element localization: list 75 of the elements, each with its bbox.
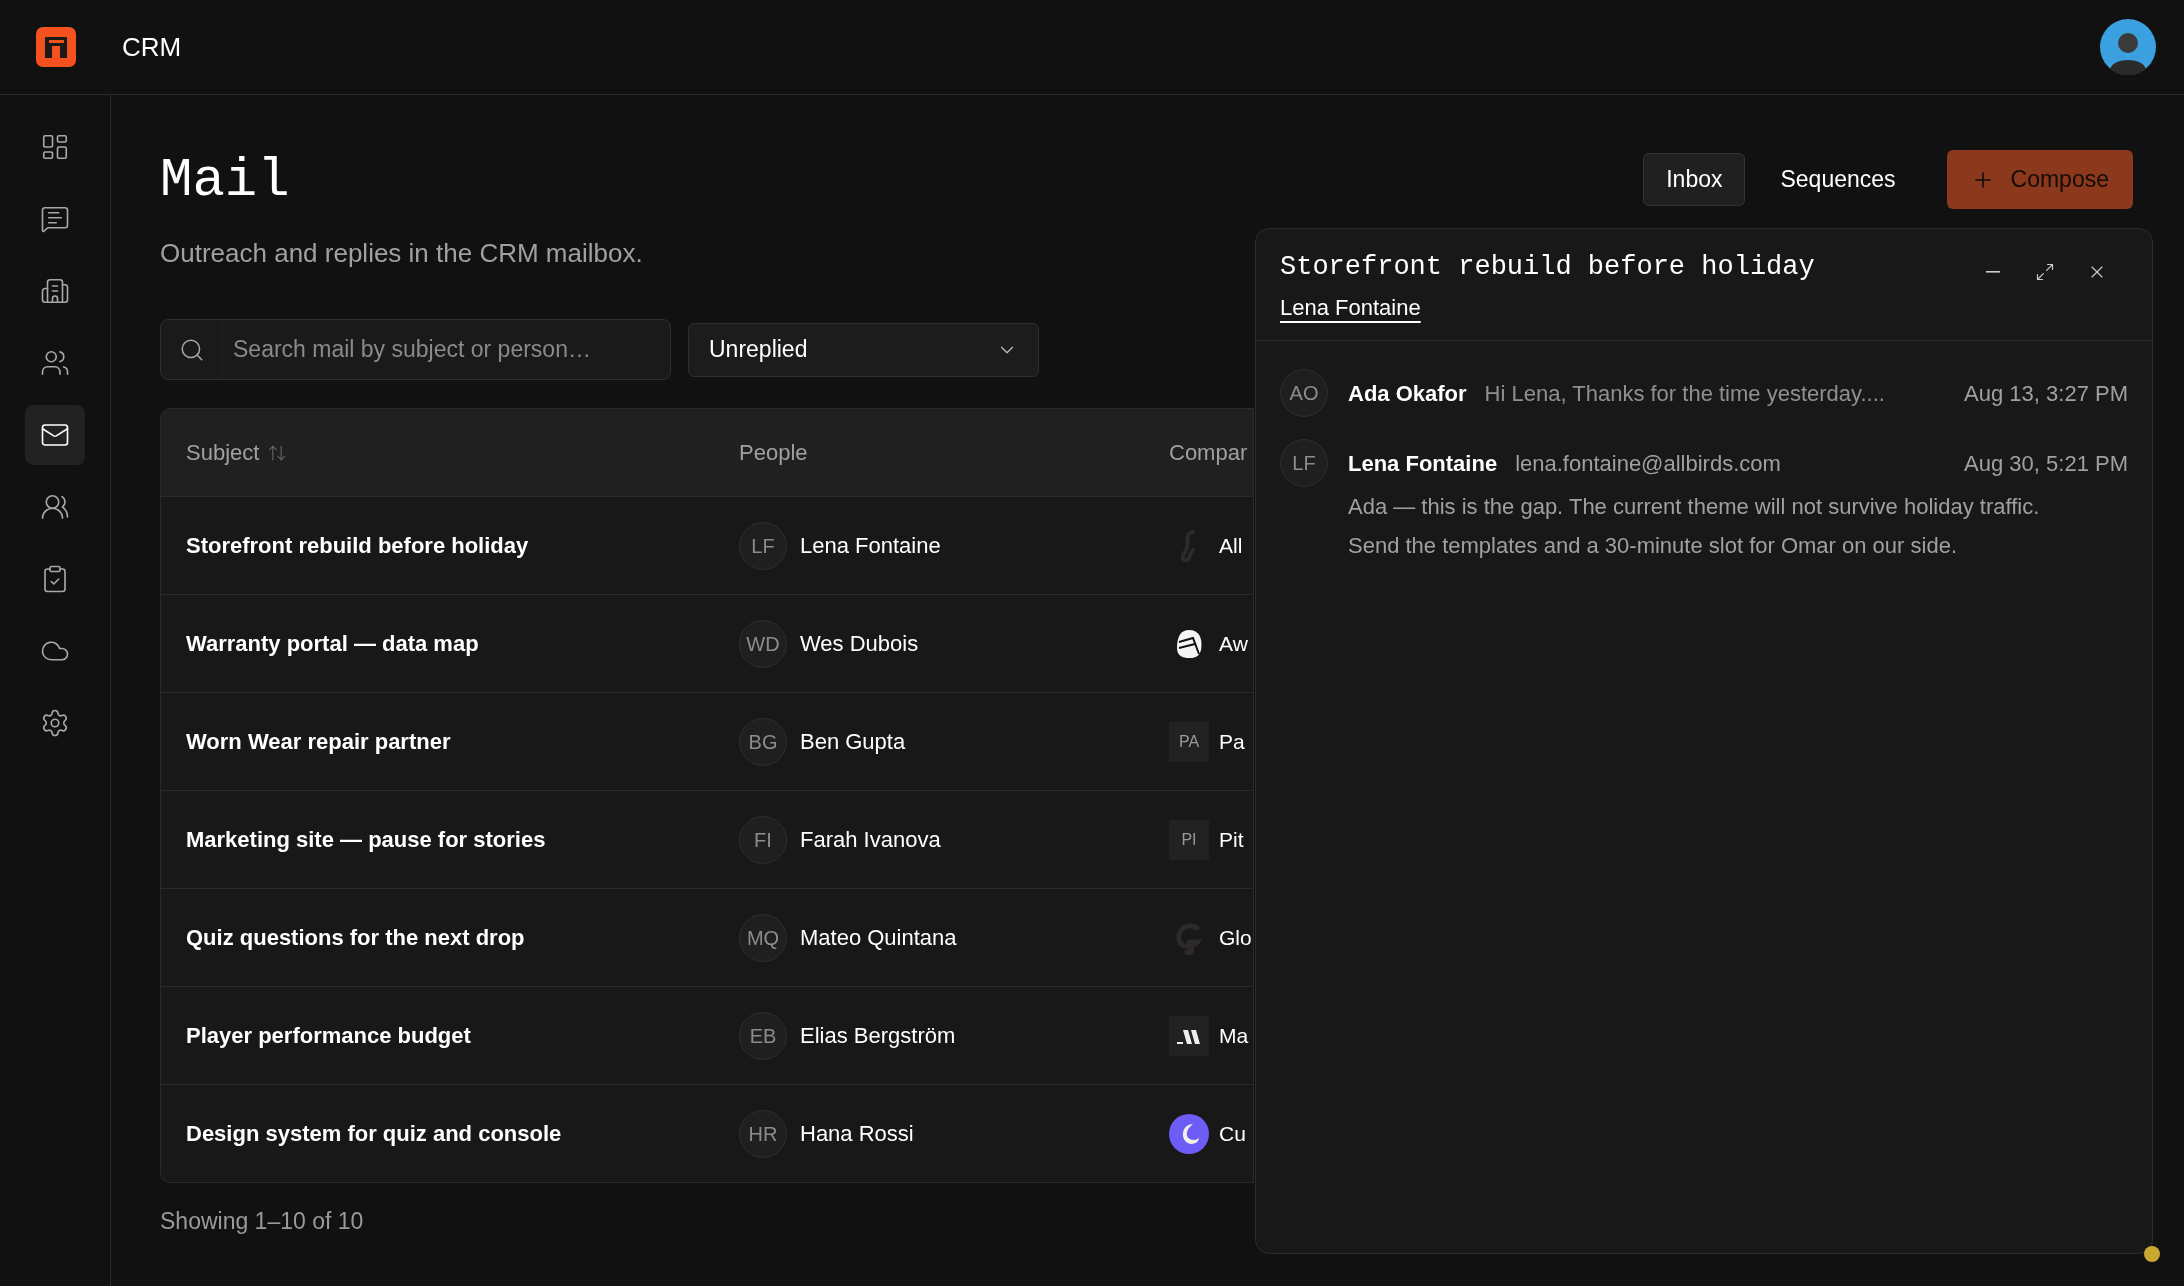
company-initials: PI bbox=[1169, 819, 1209, 860]
person-name: Mateo Quintana bbox=[800, 924, 957, 952]
company-initials: PA bbox=[1169, 721, 1209, 762]
company-name: Pit bbox=[1219, 826, 1244, 853]
company-name: Cu bbox=[1219, 1120, 1246, 1147]
subject-cell-text: Storefront rebuild before holiday bbox=[185, 532, 530, 560]
person-avatar: EB bbox=[739, 1011, 787, 1060]
app-logo[interactable] bbox=[36, 27, 76, 67]
tab[interactable]: Sequences bbox=[1757, 153, 1919, 206]
person-avatar: MQ bbox=[739, 913, 787, 962]
table-row[interactable]: Storefront rebuild before holiday LF Lena Fontaine All bbox=[161, 496, 1253, 594]
message-date: Aug 13, 3:27 PM bbox=[1964, 379, 2128, 408]
person-avatar: HR bbox=[739, 1109, 787, 1158]
pagination-summary: Showing 1–10 of 10 bbox=[160, 1207, 365, 1235]
table-row[interactable]: Worn Wear repair partner BG Ben Gupta PA Pa bbox=[161, 692, 1253, 790]
sender-name: Ada Okafor bbox=[1348, 379, 1467, 408]
person-avatar: LF bbox=[739, 521, 787, 570]
user-avatar[interactable] bbox=[2100, 19, 2156, 75]
company-logo bbox=[1169, 1015, 1209, 1056]
message-preview: Hi Lena, Thanks for the time yesterday.... bbox=[1484, 379, 1885, 408]
dashboard-icon bbox=[40, 132, 70, 162]
table-row[interactable]: Design system for quiz and console HR Hana Rossi Cu bbox=[161, 1084, 1253, 1182]
message-icon bbox=[40, 204, 70, 234]
users-icon bbox=[40, 348, 70, 378]
subject-cell-text: Warranty portal — data map bbox=[185, 630, 480, 658]
expand-icon bbox=[2035, 262, 2055, 282]
thread-title: Storefront rebuild before holiday bbox=[1280, 251, 1815, 284]
page-title: Mail bbox=[160, 155, 290, 207]
column-header: Compar bbox=[1169, 439, 1248, 467]
contact-link[interactable]: Lena Fontaine bbox=[1280, 291, 1421, 324]
company-logo bbox=[1169, 1113, 1209, 1154]
person-name: Ben Gupta bbox=[800, 728, 906, 756]
company-name: Ma bbox=[1219, 1022, 1249, 1049]
person-name: Elias Bergström bbox=[800, 1022, 956, 1050]
sender-avatar: AO bbox=[1280, 369, 1328, 417]
sender-name: Lena Fontaine bbox=[1348, 449, 1498, 478]
minimize-icon bbox=[1986, 271, 2000, 273]
subject-cell-text: Player performance budget bbox=[185, 1022, 472, 1050]
company-name: Aw bbox=[1219, 630, 1248, 657]
company-name: Pa bbox=[1219, 728, 1245, 755]
table-row[interactable]: Quiz questions for the next drop MQ Mateo Quintana Glo bbox=[161, 888, 1253, 986]
subject-cell-text: Marketing site — pause for stories bbox=[185, 826, 547, 854]
thread-message[interactable]: LF Lena Fontaine lena.fontaine@allbirds.com Aug 30, 5:21 PM Ada — this is the gap. The current theme will not survive holiday traffic. Send the templates and a 30-minute slot for Omar on our side. bbox=[1280, 439, 2128, 565]
column-header: People bbox=[739, 439, 809, 467]
settings-icon bbox=[40, 708, 70, 738]
person-name: Farah Ivanova bbox=[800, 826, 941, 854]
person-name: Lena Fontaine bbox=[800, 532, 941, 560]
subject-cell-text: Design system for quiz and console bbox=[185, 1120, 563, 1148]
table-row[interactable]: Marketing site — pause for stories FI Farah Ivanova PI Pit bbox=[161, 790, 1253, 888]
app-name: CRM bbox=[122, 30, 182, 64]
table-row[interactable]: Warranty portal — data map WD Wes Dubois Aw bbox=[161, 594, 1253, 692]
person-name: Hana Rossi bbox=[800, 1120, 914, 1148]
search-field[interactable]: Search mail by subject or person… bbox=[223, 332, 670, 367]
table-row[interactable]: Player performance budget EB Elias Bergström Ma bbox=[161, 986, 1253, 1084]
tab[interactable]: Inbox bbox=[1643, 153, 1746, 206]
filter-dropdown[interactable]: Unreplied bbox=[688, 322, 1039, 377]
subject-cell-text: Worn Wear repair partner bbox=[185, 728, 452, 756]
company-name: All bbox=[1219, 532, 1243, 559]
person-avatar: FI bbox=[739, 815, 787, 864]
thread-message[interactable]: AO Ada Okafor Hi Lena, Thanks for the time yesterday.... Aug 13, 3:27 PM bbox=[1280, 369, 2128, 417]
company-name: Glo bbox=[1219, 924, 1252, 951]
message-body: Ada — this is the gap. The current theme will not survive holiday traffic. Send the templates and a 30-minute slot for Omar on our side. bbox=[1348, 493, 2041, 560]
search-box[interactable]: Search mail by subject or person… bbox=[160, 319, 671, 380]
person-name: Wes Dubois bbox=[800, 630, 919, 658]
sender-email: lena.fontaine@allbirds.com bbox=[1515, 449, 1781, 478]
column-header[interactable]: Subject bbox=[161, 436, 739, 469]
sender-avatar: LF bbox=[1280, 439, 1328, 487]
message-date: Aug 30, 5:21 PM bbox=[1964, 449, 2128, 478]
page-subtitle: Outreach and replies in the CRM mailbox. bbox=[160, 237, 643, 269]
person-avatar: BG bbox=[739, 717, 787, 766]
people-icon bbox=[40, 492, 70, 522]
sidebar-item[interactable] bbox=[25, 405, 85, 465]
subject-cell-text: Quiz questions for the next drop bbox=[185, 924, 526, 952]
person-avatar: WD bbox=[739, 619, 787, 668]
building-icon bbox=[40, 276, 70, 306]
